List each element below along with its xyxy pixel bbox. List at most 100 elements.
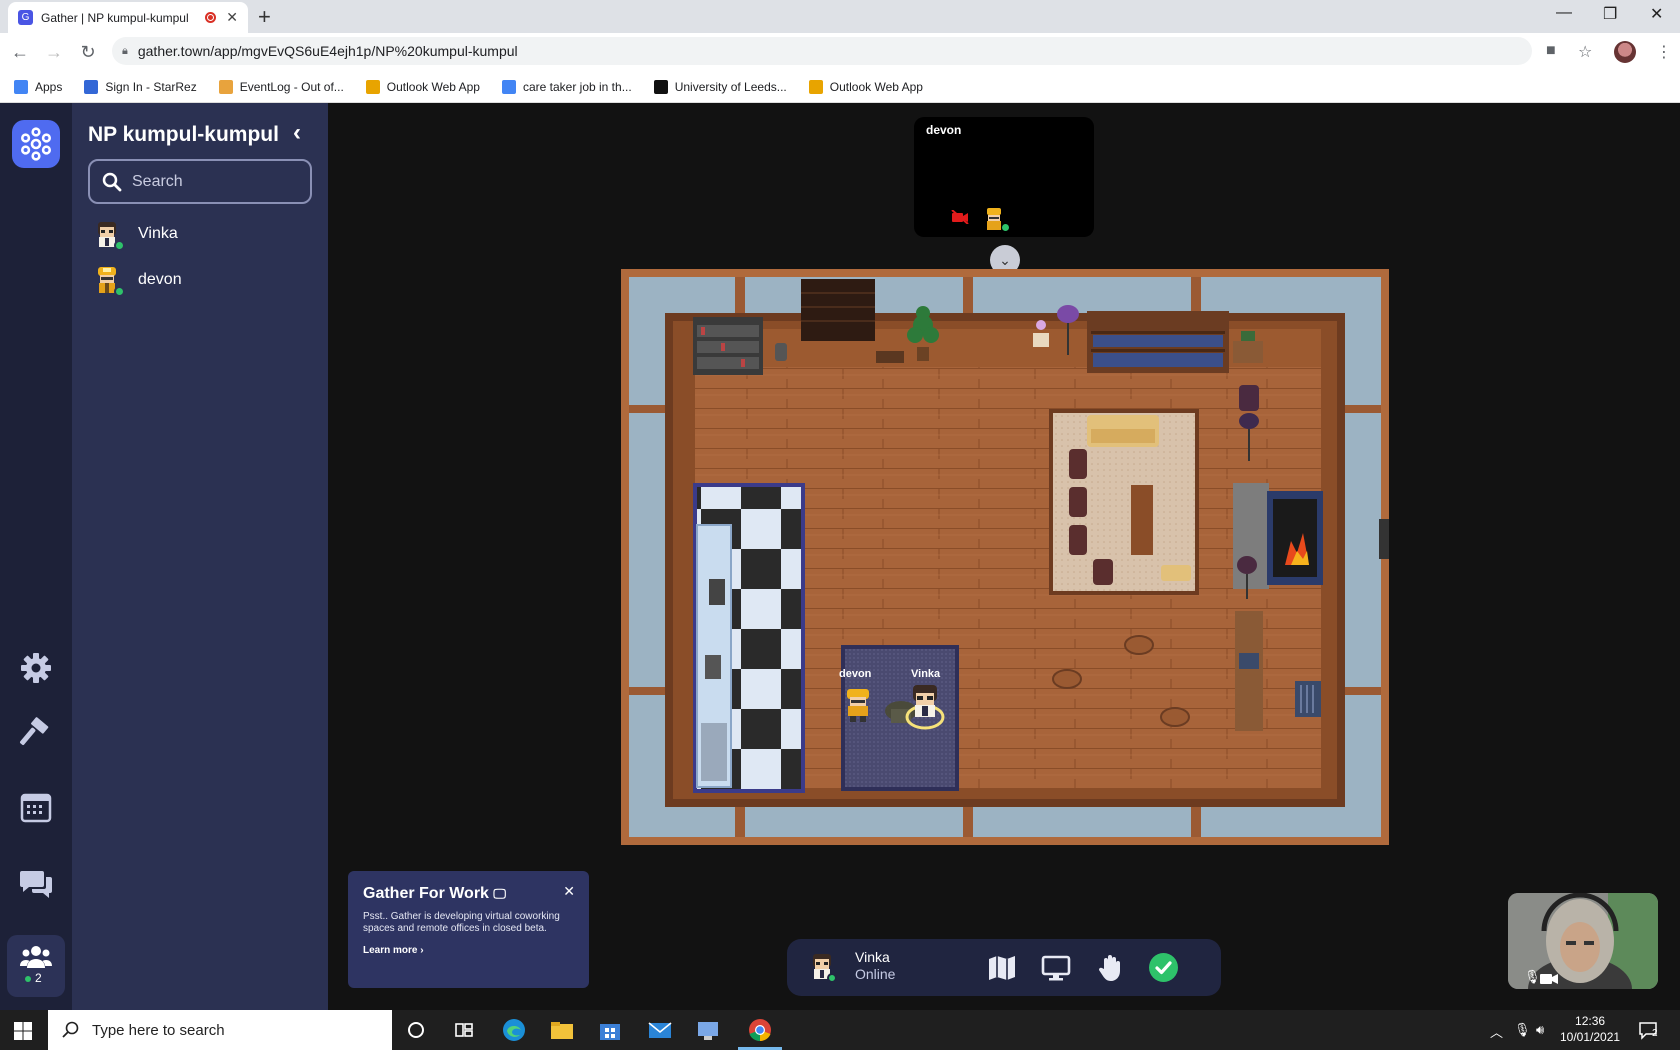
build-hammer-icon[interactable] <box>18 717 54 753</box>
sidebar: NP kumpul-kumpul ‹ Vinka devon <box>72 103 328 1010</box>
bookmark-item[interactable]: Outlook Web App <box>808 79 923 94</box>
tray-expand-icon[interactable]: ︿ <box>1490 1022 1503 1041</box>
left-rail: 2 <box>0 103 72 1010</box>
leeds-icon <box>653 79 668 94</box>
monitor-icon: 🖵 <box>493 886 506 901</box>
bookmark-item[interactable]: Sign In - StarRez <box>84 79 197 94</box>
browser-tabstrip: G Gather | NP kumpul-kumpul ✕ + — ❐ ✕ <box>0 0 1680 33</box>
my-status: Online <box>855 966 896 982</box>
promo-close-button[interactable]: ✕ <box>563 883 575 900</box>
avatar <box>92 219 125 251</box>
taskbar-search[interactable] <box>48 1010 392 1050</box>
edge-browser-icon[interactable] <box>500 1016 528 1044</box>
player-name: devon <box>138 271 182 288</box>
camera-indicator-icon[interactable]: ■ <box>1546 42 1556 60</box>
star-icon <box>84 79 99 94</box>
windows-start-icon[interactable] <box>14 1022 32 1040</box>
online-status-dot <box>1001 223 1010 232</box>
raise-hand-icon[interactable] <box>1095 953 1125 983</box>
bookmark-item[interactable]: care taker job in th... <box>501 79 632 94</box>
bookmark-label: University of Leeds... <box>674 79 787 94</box>
chrome-icon[interactable] <box>746 1016 774 1044</box>
video-tile-devon[interactable]: devon <box>914 117 1094 237</box>
task-view-icon[interactable] <box>450 1016 478 1044</box>
address-bar[interactable]: 🔒︎ gather.town/app/mgvEvQS6uE4ejh1p/NP%2… <box>112 37 1532 65</box>
outlook-icon <box>365 79 380 94</box>
self-camera-preview[interactable]: 🎙︎ <box>1508 893 1658 989</box>
recording-icon <box>205 12 217 23</box>
learn-more-link[interactable]: Learn more › <box>363 945 574 956</box>
windows-taskbar: ︿ 🎙︎ 🔊︎ 12:36 10/01/2021 2 <box>0 1010 1680 1050</box>
game-map[interactable]: devon Vinka <box>621 269 1389 845</box>
forward-button[interactable]: → <box>40 42 68 63</box>
volume-icon[interactable]: 🔊︎ <box>1536 1022 1544 1038</box>
map-label-devon: devon <box>839 668 872 680</box>
restore-button[interactable]: ❐ <box>1603 4 1617 24</box>
minimize-button[interactable]: — <box>1556 4 1572 22</box>
search-input[interactable] <box>132 172 302 191</box>
search-icon <box>102 172 122 191</box>
camera-icon[interactable] <box>1540 973 1558 985</box>
online-status-dot <box>114 240 125 251</box>
remote-desktop-icon[interactable] <box>694 1016 722 1044</box>
bookmark-label: Outlook Web App <box>829 79 923 94</box>
collapse-sidebar-button[interactable]: ‹ <box>293 119 301 147</box>
player-name: Vinka <box>138 225 178 242</box>
bookmark-item[interactable]: Apps <box>14 79 63 94</box>
outlook-icon <box>808 79 823 94</box>
bookmark-item[interactable]: EventLog - Out of... <box>218 79 344 94</box>
taskbar-search-input[interactable] <box>92 1021 382 1039</box>
microsoft-store-icon[interactable] <box>596 1016 624 1044</box>
camera-off-icon <box>951 210 969 224</box>
bookmark-item[interactable]: University of Leeds... <box>653 79 787 94</box>
my-name: Vinka <box>855 949 890 965</box>
clock-date: 10/01/2021 <box>1560 1030 1621 1044</box>
bookmarks-bar: Apps Sign In - StarRez EventLog - Out of..… <box>0 71 1680 103</box>
browser-menu-icon[interactable]: ⋮ <box>1656 42 1672 62</box>
new-tab-button[interactable]: + <box>258 4 271 30</box>
mail-icon[interactable] <box>646 1016 674 1044</box>
avatar <box>92 265 125 297</box>
taskbar-clock[interactable]: 12:36 10/01/2021 <box>1560 1013 1620 1045</box>
gather-for-work-promo: Gather For Work 🖵 ✕ Psst.. Gather is dev… <box>348 871 589 988</box>
file-explorer-icon[interactable] <box>548 1016 576 1044</box>
calendar-icon[interactable] <box>18 789 54 825</box>
tray-microphone-icon[interactable]: 🎙︎ <box>1514 1022 1531 1038</box>
window-close-button[interactable]: ✕ <box>1650 4 1663 24</box>
reload-button[interactable]: ↻ <box>74 42 102 63</box>
player-row-devon[interactable]: devon <box>92 262 182 298</box>
tab-close-icon[interactable]: ✕ <box>226 9 238 26</box>
bookmark-label: Apps <box>35 79 63 94</box>
player-row-vinka[interactable]: Vinka <box>92 216 178 252</box>
chat-bubbles-icon[interactable] <box>18 865 54 901</box>
tab-title: Gather | NP kumpul-kumpul <box>41 10 189 25</box>
gather-logo-icon[interactable] <box>12 120 60 168</box>
search-box[interactable] <box>88 159 312 204</box>
map-icon[interactable] <box>987 953 1017 983</box>
back-button[interactable]: ← <box>6 42 34 63</box>
browser-tab[interactable]: G Gather | NP kumpul-kumpul ✕ <box>8 2 248 33</box>
bookmark-label: care taker job in th... <box>522 79 632 94</box>
bookmark-star-icon[interactable]: ☆ <box>1578 42 1592 62</box>
cortana-icon[interactable] <box>402 1016 430 1044</box>
profile-avatar[interactable] <box>1614 41 1636 63</box>
map-label-vinka: Vinka <box>911 668 941 680</box>
browser-toolbar: ← → ↻ 🔒︎ gather.town/app/mgvEvQS6uE4ejh1… <box>0 33 1680 71</box>
game-stage[interactable]: devon ⌄ devon Vinka Gather For Work 🖵 ✕ … <box>328 103 1680 1010</box>
people-icon <box>20 946 52 968</box>
status-available-button[interactable] <box>1149 953 1178 982</box>
settings-gear-icon[interactable] <box>18 650 54 686</box>
notification-count: 2 <box>1652 1028 1658 1039</box>
gather-app: 2 NP kumpul-kumpul ‹ Vinka devon de <box>0 103 1680 1010</box>
promo-text: Psst.. Gather is developing virtual cowo… <box>363 911 560 934</box>
online-status-dot <box>114 286 125 297</box>
apps-grid-icon <box>14 79 28 94</box>
space-name: NP kumpul-kumpul <box>88 123 279 146</box>
bookmark-item[interactable]: Outlook Web App <box>365 79 480 94</box>
google-icon <box>501 79 516 94</box>
participants-button[interactable]: 2 <box>7 935 65 997</box>
url-text: gather.town/app/mgvEvQS6uE4ejh1p/NP%20ku… <box>137 43 518 59</box>
microphone-icon[interactable]: 🎙︎ <box>1524 969 1541 985</box>
bottom-control-bar: Vinka Online <box>787 939 1221 996</box>
screen-share-icon[interactable] <box>1041 953 1071 983</box>
